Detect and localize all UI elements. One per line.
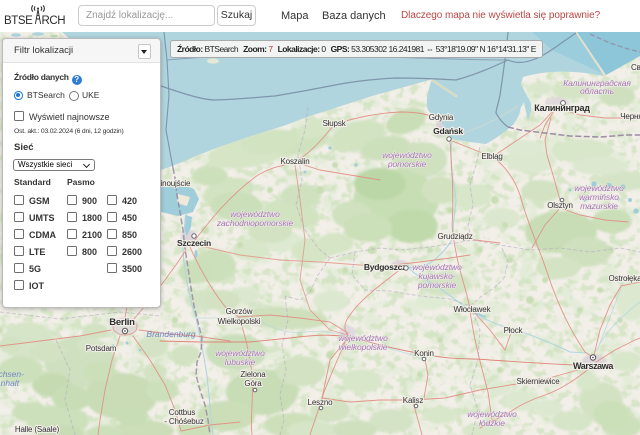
svg-text:Konin: Konin xyxy=(414,349,434,358)
svg-text:область: область xyxy=(580,86,614,96)
svg-text:Leszno: Leszno xyxy=(308,398,334,407)
svg-text:Gorzów: Gorzów xyxy=(226,307,253,316)
svg-text:Черняховск: Черняховск xyxy=(620,112,640,121)
svg-text:Potsdam: Potsdam xyxy=(86,344,117,353)
svg-text:Elbląg: Elbląg xyxy=(481,152,502,161)
svg-text:zachodniopomorskie: zachodniopomorskie xyxy=(216,218,294,228)
svg-text:Słupsk: Słupsk xyxy=(322,119,346,128)
svg-text:Brandenburg: Brandenburg xyxy=(146,329,195,339)
svg-text:Grudziądz: Grudziądz xyxy=(437,232,472,241)
svg-text:Gdańsk: Gdańsk xyxy=(433,126,463,136)
svg-text:pomorskie: pomorskie xyxy=(387,159,427,169)
svg-text:Wielkopolski: Wielkopolski xyxy=(218,317,261,326)
svg-text:Halle (Saale): Halle (Saale) xyxy=(15,425,60,434)
svg-text:Płock: Płock xyxy=(504,326,524,335)
svg-text:BTSE: BTSE xyxy=(4,15,33,27)
svg-text:RCH: RCH xyxy=(42,15,66,27)
svg-text:łódzkie: łódzkie xyxy=(479,418,505,428)
svg-text:Cottbus: Cottbus xyxy=(169,408,196,417)
svg-text:wielkopolskie: wielkopolskie xyxy=(339,342,388,352)
svg-text:Bydgoszcz: Bydgoszcz xyxy=(364,262,406,272)
svg-text:Szczecin: Szczecin xyxy=(177,238,211,248)
svg-text:Ostrołęka: Ostrołęka xyxy=(609,274,640,283)
svg-text:Gdynia: Gdynia xyxy=(429,113,454,122)
svg-text:Anhalt: Anhalt xyxy=(0,378,20,388)
svg-text:Olsztyn: Olsztyn xyxy=(547,201,573,210)
svg-text:Све: Све xyxy=(631,63,640,72)
svg-text:Włocławek: Włocławek xyxy=(454,305,492,314)
svg-text:pomorskie: pomorskie xyxy=(417,280,457,290)
svg-text:- Chóśebuz: - Chóśebuz xyxy=(164,417,204,426)
svg-text:Kalisz: Kalisz xyxy=(403,396,424,405)
svg-text:Zielona: Zielona xyxy=(240,370,266,379)
svg-text:mazurskie: mazurskie xyxy=(580,201,618,211)
svg-text:Warszawa: Warszawa xyxy=(573,361,614,371)
svg-text:Koszalin: Koszalin xyxy=(280,157,309,166)
svg-text:Berlin: Berlin xyxy=(109,317,135,328)
svg-text:Skierniewice: Skierniewice xyxy=(516,377,560,386)
svg-text:lubuskie: lubuskie xyxy=(225,357,256,367)
svg-text:Góra: Góra xyxy=(244,379,262,388)
